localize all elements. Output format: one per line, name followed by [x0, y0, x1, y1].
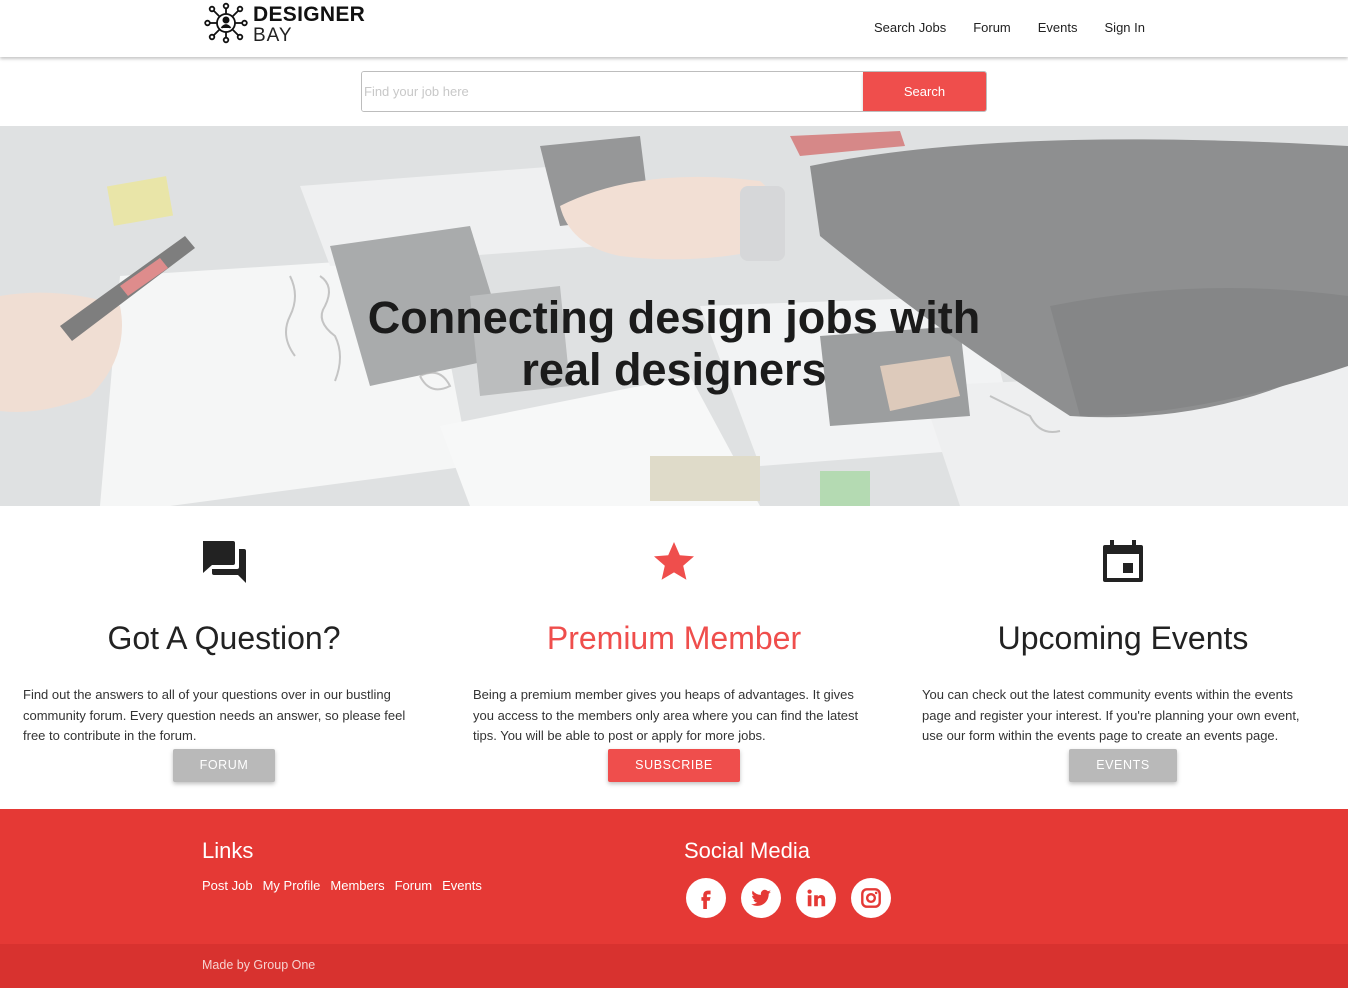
- nav-events[interactable]: Events: [1038, 20, 1078, 35]
- credit-text: Made by Group One: [202, 958, 316, 972]
- hero-title-line1: Connecting design jobs with: [367, 292, 981, 343]
- brand-name-line2: BAY: [253, 24, 293, 46]
- twitter-icon[interactable]: [741, 878, 781, 918]
- feature-premium: Premium Member Being a premium member gi…: [473, 536, 875, 782]
- job-search-input[interactable]: [362, 72, 863, 111]
- forum-icon: [23, 536, 425, 586]
- linkedin-icon[interactable]: [796, 878, 836, 918]
- feature-title: Got A Question?: [107, 620, 341, 656]
- top-navbar: DESIGNER BAY Search Jobs Forum Events Si…: [0, 0, 1348, 57]
- feature-description: Being a premium member gives you heaps o…: [473, 687, 859, 743]
- nav-search-jobs[interactable]: Search Jobs: [874, 20, 946, 35]
- footer-link-members[interactable]: Members: [330, 878, 384, 893]
- calendar-icon: [922, 536, 1324, 586]
- footer-link-my-profile[interactable]: My Profile: [263, 878, 321, 893]
- feature-description: You can check out the latest community e…: [922, 687, 1300, 743]
- site-footer: Links Post Job My Profile Members Forum …: [0, 809, 1348, 944]
- feature-forum: Got A Question? Find out the answers to …: [23, 536, 425, 782]
- facebook-icon[interactable]: [686, 878, 726, 918]
- footer-links: Post Job My Profile Members Forum Events: [202, 878, 492, 893]
- hero-title: Connecting design jobs with real designe…: [0, 292, 1348, 396]
- footer-link-forum[interactable]: Forum: [395, 878, 433, 893]
- footer-link-events[interactable]: Events: [442, 878, 482, 893]
- nav-forum[interactable]: Forum: [973, 20, 1011, 35]
- job-search-bar: Search: [361, 71, 987, 112]
- brand-logo[interactable]: DESIGNER BAY: [202, 2, 365, 46]
- feature-events: Upcoming Events You can check out the la…: [922, 536, 1324, 782]
- forum-button[interactable]: FORUM: [172, 749, 276, 782]
- search-button[interactable]: Search: [863, 72, 986, 111]
- feature-description: Find out the answers to all of your ques…: [23, 687, 406, 743]
- events-button[interactable]: EVENTS: [1069, 749, 1177, 782]
- feature-title: Upcoming Events: [997, 620, 1249, 656]
- social-links: [686, 878, 891, 918]
- links-heading: Links: [202, 838, 254, 863]
- footer-bottom-bar: Made by Group One: [0, 944, 1348, 988]
- nav-sign-in[interactable]: Sign In: [1105, 20, 1145, 35]
- hero-title-line2: real designers: [521, 344, 827, 395]
- hero-banner: Connecting design jobs with real designe…: [0, 126, 1348, 506]
- feature-title: Premium Member: [546, 620, 802, 656]
- main-nav: Search Jobs Forum Events Sign In: [847, 20, 1145, 35]
- subscribe-button[interactable]: SUBSCRIBE: [608, 749, 740, 782]
- footer-link-post-job[interactable]: Post Job: [202, 878, 253, 893]
- network-person-icon: [204, 2, 248, 44]
- star-icon: [473, 536, 875, 586]
- social-media-heading: Social Media: [684, 838, 810, 863]
- instagram-icon[interactable]: [851, 878, 891, 918]
- brand-name-line1: DESIGNER: [253, 2, 366, 26]
